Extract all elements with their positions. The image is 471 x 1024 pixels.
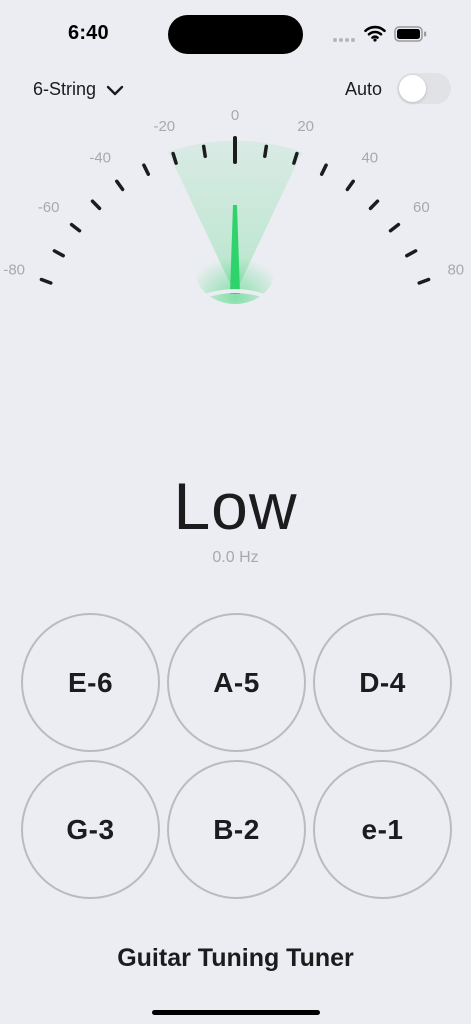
string-button-e1[interactable]: e-1 xyxy=(313,760,452,899)
gauge-scale-label: -80 xyxy=(3,262,25,279)
tuner-gauge: -80 -60 -40 -20 0 20 40 60 80 xyxy=(0,100,471,310)
gauge-tick xyxy=(388,222,401,233)
gauge-tick xyxy=(417,277,431,285)
gauge-scale-label: -20 xyxy=(153,118,175,135)
gauge-tick xyxy=(142,163,151,176)
string-button-a5[interactable]: A-5 xyxy=(167,613,306,752)
auto-label: Auto xyxy=(345,79,383,99)
gauge-scale-label: -40 xyxy=(89,150,111,167)
string-button-label: D-4 xyxy=(359,666,406,698)
wifi-icon xyxy=(364,25,386,42)
string-button-label: A-5 xyxy=(213,666,260,698)
string-button-d4[interactable]: D-4 xyxy=(313,613,452,752)
status-bar: 6:40 xyxy=(0,0,471,70)
gauge-tick xyxy=(201,144,207,159)
gauge-scale-label: 40 xyxy=(361,150,378,167)
gauge-tick xyxy=(405,249,418,258)
gauge-tick xyxy=(69,222,82,233)
dynamic-island xyxy=(168,15,303,54)
gauge-tick xyxy=(368,199,380,211)
battery-icon xyxy=(394,26,427,42)
string-button-g3[interactable]: G-3 xyxy=(21,760,160,899)
chevron-down-icon xyxy=(106,85,124,95)
gauge-scale-label: -60 xyxy=(38,199,60,216)
string-button-label: e-1 xyxy=(361,813,404,845)
gauge-tick xyxy=(90,199,102,211)
gauge-scale-label: 80 xyxy=(447,262,464,279)
gauge-tick xyxy=(345,179,355,192)
home-indicator[interactable] xyxy=(152,1010,320,1015)
pitch-status: Low xyxy=(173,469,298,543)
string-button-label: G-3 xyxy=(66,813,115,845)
gauge-tick xyxy=(263,144,269,159)
string-mode-label: 6-String xyxy=(33,78,97,99)
string-mode-dropdown[interactable]: 6-String xyxy=(33,76,124,102)
gauge-tick xyxy=(319,163,328,176)
string-button-label: B-2 xyxy=(213,813,260,845)
auto-toggle-knob xyxy=(399,75,426,102)
cellular-signal-icon xyxy=(333,38,357,42)
string-button-e6[interactable]: E-6 xyxy=(21,613,160,752)
gauge-tick xyxy=(39,277,53,285)
status-time: 6:40 xyxy=(68,22,109,44)
string-button-label: E-6 xyxy=(67,666,114,698)
gauge-tick xyxy=(115,179,125,192)
gauge-tick xyxy=(52,249,65,258)
frequency-readout: 0.0 Hz xyxy=(212,549,259,566)
string-button-b2[interactable]: B-2 xyxy=(167,760,306,899)
app-title: Guitar Tuning Tuner xyxy=(117,944,354,972)
gauge-scale-label: 0 xyxy=(231,107,239,124)
gauge-scale-label: 20 xyxy=(297,118,314,135)
gauge-scale-label: 60 xyxy=(413,199,430,216)
